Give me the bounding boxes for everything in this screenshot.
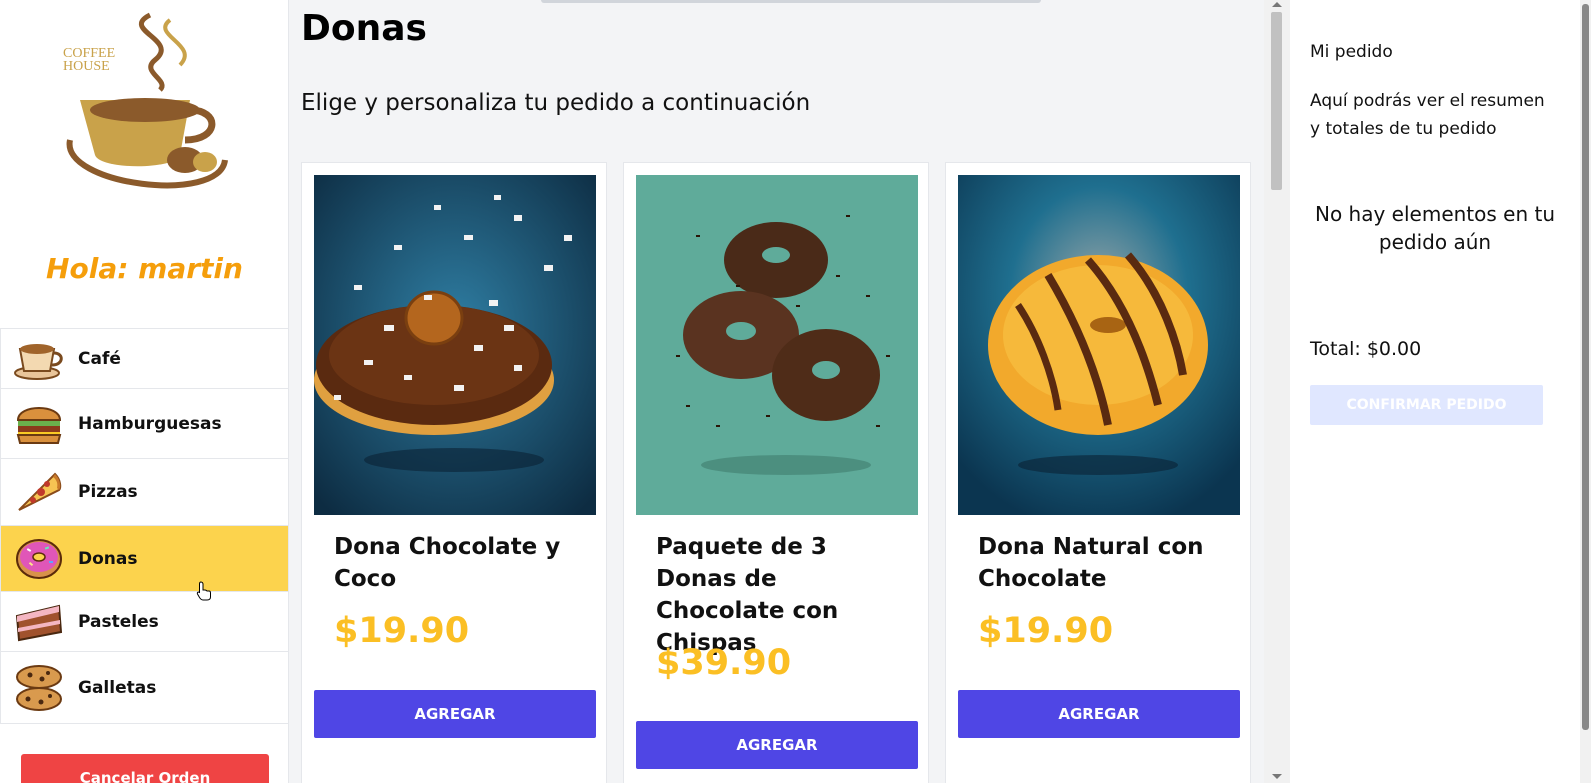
scroll-up-arrow-icon[interactable] bbox=[1272, 2, 1282, 7]
category-label: Café bbox=[78, 348, 121, 369]
category-item-pizzas[interactable]: Pizzas bbox=[0, 458, 288, 525]
cancel-order-button[interactable]: Cancelar Orden bbox=[21, 754, 269, 783]
product-image bbox=[636, 175, 918, 515]
burger-icon bbox=[14, 399, 64, 449]
scroll-thumb[interactable] bbox=[1271, 12, 1282, 190]
product-price: $19.90 bbox=[978, 611, 1114, 651]
add-product-button[interactable]: AGREGAR bbox=[314, 690, 596, 738]
product-name: Dona Natural con Chocolate bbox=[978, 534, 1204, 592]
category-label: Pasteles bbox=[78, 611, 159, 632]
category-label: Pizzas bbox=[78, 482, 138, 502]
product-image bbox=[958, 175, 1240, 515]
product-card: Dona Natural con Chocolate $19.90 AGREGA… bbox=[945, 162, 1251, 783]
page-scrollbar[interactable] bbox=[1580, 0, 1591, 783]
category-item-pasteles[interactable]: Pasteles bbox=[0, 591, 288, 651]
category-item-hamburguesas[interactable]: Hamburguesas bbox=[0, 388, 288, 458]
order-empty-message: No hay elementos en tu pedido aún bbox=[1314, 202, 1556, 254]
product-card: Dona Chocolate y Coco $19.90 AGREGAR bbox=[301, 162, 607, 783]
coffee-cup-icon bbox=[14, 334, 64, 384]
pizza-icon bbox=[14, 467, 64, 517]
greeting: Hola: martin bbox=[46, 252, 243, 285]
category-label: Hamburguesas bbox=[78, 413, 222, 434]
add-product-button[interactable]: AGREGAR bbox=[958, 690, 1240, 738]
add-product-button[interactable]: AGREGAR bbox=[636, 721, 918, 769]
category-item-cafe[interactable]: Café bbox=[0, 328, 288, 388]
cookies-icon bbox=[14, 663, 64, 713]
order-title: Mi pedido bbox=[1310, 42, 1393, 62]
donut-icon bbox=[14, 534, 64, 584]
category-list: Café Hamburguesas Pizzas Donas Pasteles bbox=[0, 328, 288, 724]
category-label: Galletas bbox=[78, 677, 157, 698]
main-scrollbar[interactable] bbox=[1264, 0, 1290, 783]
order-total: Total: $0.00 bbox=[1310, 338, 1422, 360]
category-label: Donas bbox=[78, 548, 138, 569]
page-scroll-thumb[interactable] bbox=[1582, 4, 1589, 730]
category-item-galletas[interactable]: Galletas bbox=[0, 651, 288, 724]
sidebar: COFFEE HOUSE Hola: martin Café Hamburgue… bbox=[0, 0, 289, 783]
main-content: Donas Elige y personaliza tu pedido a co… bbox=[289, 0, 1264, 783]
product-card: Paquete de 3 Donas de Chocolate con Chis… bbox=[623, 162, 929, 783]
product-image bbox=[314, 175, 596, 515]
page-title: Donas bbox=[301, 8, 427, 49]
hand-cursor-icon bbox=[196, 581, 211, 601]
product-price: $39.90 bbox=[656, 643, 792, 683]
top-edge-bar bbox=[541, 0, 1041, 3]
confirm-order-button[interactable]: CONFIRMAR PEDIDO bbox=[1310, 385, 1543, 425]
scroll-down-arrow-icon[interactable] bbox=[1272, 774, 1282, 779]
page-subtitle: Elige y personaliza tu pedido a continua… bbox=[301, 90, 811, 116]
order-description: Aquí podrás ver el resumen y totales de … bbox=[1310, 91, 1545, 139]
logo-text-2: HOUSE bbox=[63, 59, 110, 74]
coffee-house-logo: COFFEE HOUSE bbox=[63, 12, 228, 189]
product-price: $19.90 bbox=[334, 611, 470, 651]
cake-icon bbox=[14, 597, 64, 647]
order-panel: Mi pedido Aquí podrás ver el resumen y t… bbox=[1290, 0, 1580, 783]
product-name: Paquete de 3 Donas de Chocolate con Chis… bbox=[656, 534, 839, 656]
product-name: Dona Chocolate y Coco bbox=[334, 534, 561, 592]
category-item-donas[interactable]: Donas bbox=[0, 525, 288, 591]
